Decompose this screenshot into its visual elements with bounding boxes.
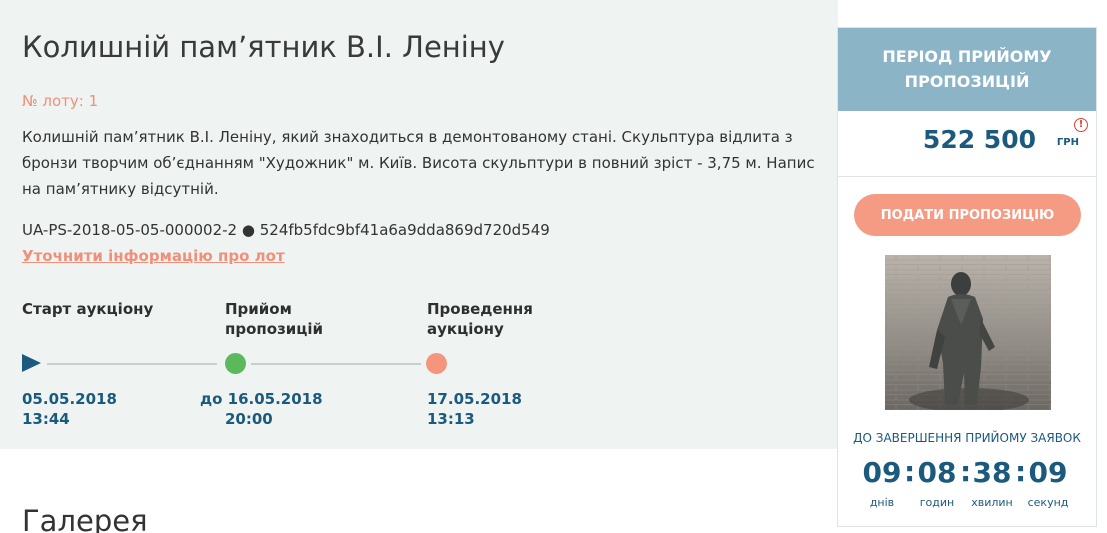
- timeline-step-auction-label: Проведення аукціону: [427, 300, 533, 338]
- timeline-step-start-label: Старт аукціону: [22, 300, 154, 318]
- period-header: ПЕРІОД ПРИЙОМУ ПРОПОЗИЦІЙ: [838, 28, 1096, 111]
- timeline-connector: [47, 363, 217, 365]
- countdown-hours-label: годин: [919, 496, 955, 509]
- timeline-step-start-date: 05.05.2018 13:44: [22, 389, 117, 429]
- countdown-minutes-label: хвилин: [971, 496, 1013, 509]
- clarify-lot-info-link[interactable]: Уточнити інформацію про лот: [22, 247, 285, 265]
- play-icon: [22, 354, 41, 372]
- lot-identifiers: UA-PS-2018-05-05-000002-2 ● 524fb5fdc9bf…: [22, 221, 550, 239]
- countdown-minutes-value: 38: [972, 456, 1012, 489]
- dot-icon: [225, 353, 246, 374]
- countdown-hours-value: 08: [917, 456, 957, 489]
- info-icon[interactable]: !: [1074, 118, 1088, 132]
- lot-info-panel: Колишній пам’ятник В.І. Леніну № лоту: 1…: [0, 0, 838, 449]
- countdown-days-value: 09: [862, 456, 902, 489]
- timeline-time: 13:44: [22, 410, 70, 428]
- countdown-seconds: 09 секунд: [1023, 456, 1073, 509]
- countdown-minutes: 38 хвилин: [967, 456, 1017, 509]
- submit-bid-button[interactable]: ПОДАТИ ПРОПОЗИЦІЮ: [854, 194, 1081, 236]
- lot-title: Колишній пам’ятник В.І. Леніну: [22, 30, 505, 64]
- price-currency: ГРН: [1056, 137, 1079, 148]
- timeline-date: 05.05.2018: [22, 390, 117, 408]
- price-value: 522 500: [922, 125, 1036, 154]
- countdown-days-label: днів: [869, 496, 895, 509]
- price-row: 522 500 ГРН !: [838, 111, 1096, 177]
- timeline-step-auction-date: 17.05.2018 13:13: [427, 389, 522, 429]
- lot-number: № лоту: 1: [22, 92, 99, 110]
- dot-icon: [426, 353, 447, 374]
- timeline-time: 13:13: [427, 410, 475, 428]
- countdown-seconds-value: 09: [1028, 456, 1068, 489]
- timeline-step-bids-date: до 16.05.2018 20:00: [200, 389, 323, 429]
- timeline-step-bids-label: Прийом пропозицій: [225, 300, 324, 338]
- timeline-date: 17.05.2018: [427, 390, 522, 408]
- countdown-seconds-label: секунд: [1027, 496, 1069, 509]
- timeline-connector: [251, 363, 421, 365]
- countdown-hours: 08 годин: [912, 456, 962, 509]
- timeline-date: до 16.05.2018: [200, 390, 323, 408]
- lot-description: Колишній пам’ятник В.І. Леніну, який зна…: [22, 128, 815, 198]
- timeline-time: 20:00: [225, 410, 273, 428]
- deadline-caption: ДО ЗАВЕРШЕННЯ ПРИЙОМУ ЗАЯВОК: [853, 431, 1081, 445]
- countdown-days: 09 днів: [857, 456, 907, 509]
- lot-photo[interactable]: [885, 255, 1051, 410]
- auction-sidebar: ПЕРІОД ПРИЙОМУ ПРОПОЗИЦІЙ 522 500 ГРН ! …: [837, 27, 1097, 527]
- gallery-heading: Галерея: [22, 504, 148, 533]
